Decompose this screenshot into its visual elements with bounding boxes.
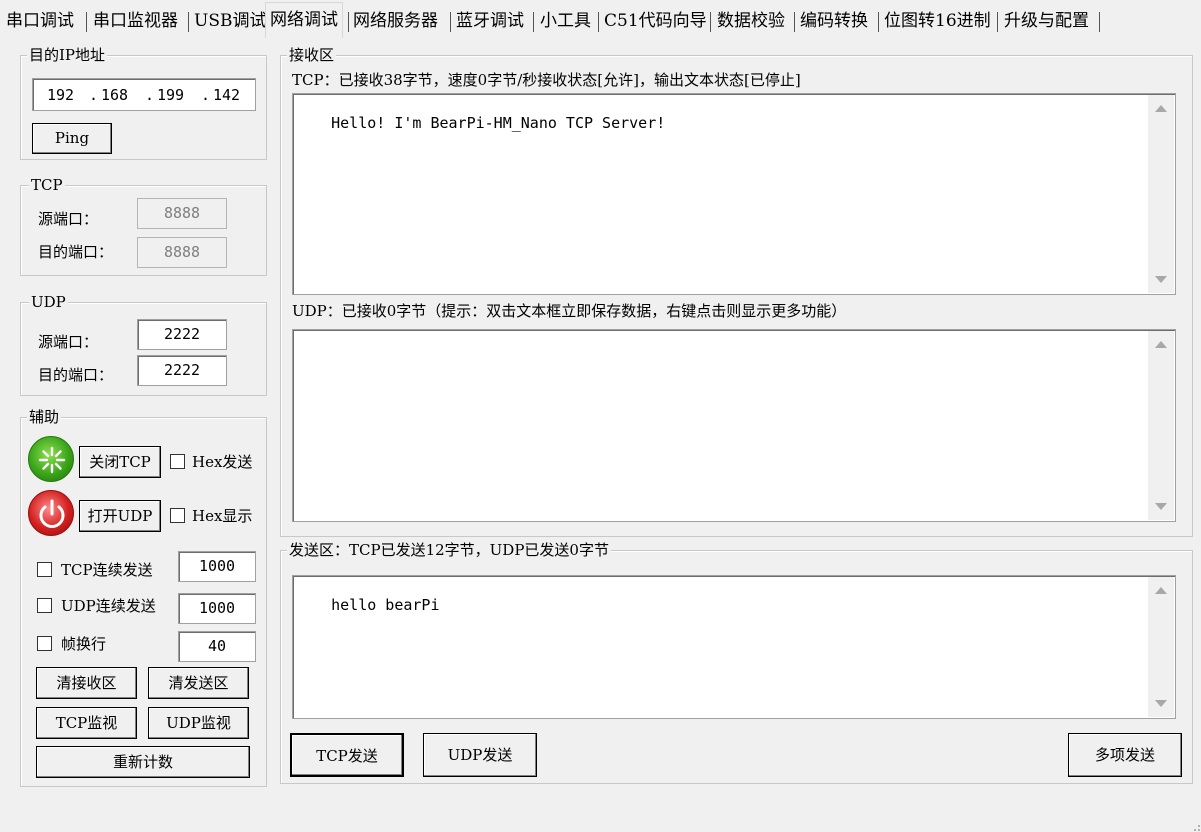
open-udp-button[interactable]: 打开UDP (79, 500, 161, 532)
ip-octet-3: 199 (157, 86, 185, 104)
udp-src-port-input[interactable]: 2222 (137, 319, 227, 350)
assist-legend: 辅助 (27, 407, 62, 427)
send-legend: 发送区：TCP已发送12字节，UDP已发送0字节 (287, 540, 611, 560)
hex-send-checkbox[interactable] (170, 454, 185, 469)
ip-octet-2: 168 (101, 86, 129, 104)
tab-c51-wizard[interactable]: C51代码向导 (604, 5, 707, 37)
udp-continuous-interval-input[interactable]: 1000 (178, 593, 256, 624)
scroll-down-icon[interactable] (1155, 700, 1167, 707)
tab-bar: 串口调试 串口监视器 USB调试 网络调试 网络服务器 蓝牙调试 小工具 C51… (0, 0, 1201, 38)
ip-dot: . (145, 86, 155, 104)
spark-icon (38, 446, 66, 474)
send-scrollbar[interactable] (1148, 577, 1174, 717)
udp-monitor-button[interactable]: UDP监视 (148, 707, 249, 739)
send-text: hello bearPi (331, 596, 440, 614)
udp-dst-port-input[interactable]: 2222 (137, 355, 227, 386)
scroll-up-icon[interactable] (1155, 587, 1167, 594)
tab-serial-monitor[interactable]: 串口监视器 (93, 5, 178, 37)
assist-group: 辅助 关闭TCP Hex发送 打开UDP Hex显示 TCP连续发送 1000 … (20, 407, 267, 787)
udp-receive-textarea[interactable] (292, 329, 1176, 522)
udp-src-port-label: 源端口： (38, 333, 99, 351)
udp-receive-status: UDP：已接收0字节（提示：双击文本框立即保存数据，右键点击则显示更多功能） (292, 302, 847, 320)
udp-legend: UDP (29, 292, 68, 312)
tcp-continuous-label: TCP连续发送 (61, 561, 153, 579)
tcp-dst-port-input: 8888 (137, 237, 227, 268)
scroll-up-icon[interactable] (1155, 341, 1167, 348)
udp-continuous-checkbox[interactable] (37, 598, 52, 613)
udp-port-group: UDP 源端口： 2222 目的端口： 2222 (20, 292, 267, 396)
reset-count-button[interactable]: 重新计数 (36, 746, 250, 778)
close-tcp-button[interactable]: 关闭TCP (79, 446, 161, 478)
tab-usb-debug[interactable]: USB调试 (194, 5, 266, 37)
tab-bluetooth-debug[interactable]: 蓝牙调试 (456, 5, 524, 37)
resize-grip-icon[interactable] (1189, 820, 1201, 832)
tab-data-check[interactable]: 数据校验 (717, 5, 785, 37)
clear-send-button[interactable]: 清发送区 (148, 667, 249, 699)
multi-send-button[interactable]: 多项发送 (1068, 733, 1182, 777)
power-icon (39, 499, 65, 528)
tcp-receive-status: TCP：已接收38字节，速度0字节/秒接收状态[允许]，输出文本状态[已停止] (292, 71, 801, 89)
target-ip-legend: 目的IP地址 (27, 45, 108, 65)
udp-continuous-label: UDP连续发送 (61, 597, 156, 615)
target-ip-group: 目的IP地址 192 . 168 . 199 . 142 Ping (20, 45, 267, 160)
ping-button[interactable]: Ping (32, 123, 112, 154)
tcp-src-port-input: 8888 (137, 198, 227, 229)
tcp-continuous-interval-input[interactable]: 1000 (178, 551, 256, 582)
hex-display-label: Hex显示 (192, 507, 253, 525)
tcp-continuous-checkbox[interactable] (37, 562, 52, 577)
send-group: 发送区：TCP已发送12字节，UDP已发送0字节 hello bearPi TC… (280, 540, 1193, 784)
udp-power-icon[interactable] (28, 490, 74, 536)
ip-octet-1: 192 (47, 86, 75, 104)
tcp-legend: TCP (29, 175, 65, 195)
frame-newline-label: 帧换行 (61, 635, 107, 653)
tab-serial-debug[interactable]: 串口调试 (6, 5, 74, 37)
tab-encoding-convert[interactable]: 编码转换 (800, 5, 868, 37)
frame-newline-input[interactable]: 40 (178, 631, 256, 662)
scroll-down-icon[interactable] (1155, 503, 1167, 510)
tcp-receive-textarea[interactable]: Hello! I'm BearPi-HM_Nano TCP Server! (292, 93, 1176, 295)
ip-dot: . (89, 86, 99, 104)
tab-network-server[interactable]: 网络服务器 (353, 5, 438, 37)
tcp-receive-text: Hello! I'm BearPi-HM_Nano TCP Server! (331, 114, 666, 132)
scroll-down-icon[interactable] (1155, 276, 1167, 283)
tcp-connect-icon[interactable] (28, 436, 74, 482)
tab-upgrade-config[interactable]: 升级与配置 (1004, 5, 1089, 37)
tcp-send-button[interactable]: TCP发送 (290, 733, 404, 777)
udp-receive-scrollbar[interactable] (1148, 331, 1174, 520)
send-textarea[interactable]: hello bearPi (292, 575, 1176, 719)
tab-bitmap-to-hex[interactable]: 位图转16进制 (884, 5, 991, 37)
udp-send-button[interactable]: UDP发送 (423, 733, 537, 777)
tcp-receive-scrollbar[interactable] (1148, 95, 1174, 293)
scroll-up-icon[interactable] (1155, 105, 1167, 112)
ip-octet-4: 142 (213, 86, 241, 104)
hex-display-checkbox[interactable] (170, 508, 185, 523)
tab-network-debug[interactable]: 网络调试 (265, 2, 343, 38)
tab-tools[interactable]: 小工具 (540, 5, 591, 37)
udp-dst-port-label: 目的端口： (38, 366, 114, 384)
ip-address-input[interactable]: 192 . 168 . 199 . 142 (32, 78, 256, 111)
tcp-dst-port-label: 目的端口： (38, 243, 114, 261)
hex-send-label: Hex发送 (192, 453, 253, 471)
frame-newline-checkbox[interactable] (37, 636, 52, 651)
receive-group: 接收区 TCP：已接收38字节，速度0字节/秒接收状态[允许]，输出文本状态[已… (280, 45, 1193, 537)
tcp-port-group: TCP 源端口： 8888 目的端口： 8888 (20, 175, 267, 276)
receive-legend: 接收区 (287, 45, 337, 65)
clear-receive-button[interactable]: 清接收区 (36, 667, 137, 699)
tcp-monitor-button[interactable]: TCP监视 (36, 707, 137, 739)
tcp-src-port-label: 源端口： (38, 210, 99, 228)
ip-dot: . (201, 86, 211, 104)
